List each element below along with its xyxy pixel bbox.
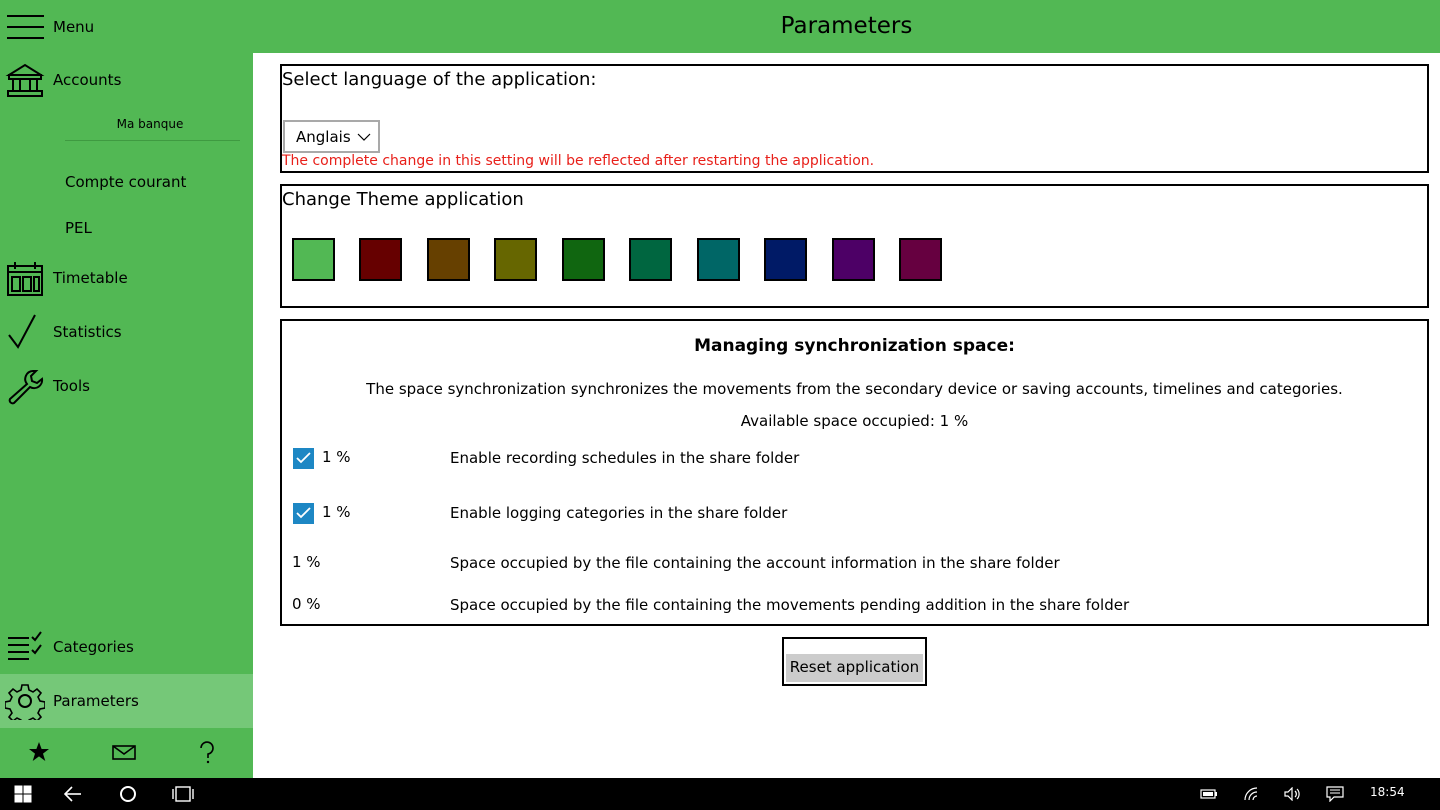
menu-label: Menu [53, 18, 95, 36]
checkmark-icon [8, 314, 36, 349]
reset-application-button[interactable]: Reset application [782, 637, 927, 686]
sidebar-item-accounts[interactable]: Accounts [0, 53, 253, 107]
windows-taskbar: 18:54 [0, 778, 1440, 810]
language-select-value: Anglais [296, 128, 351, 146]
start-button[interactable] [0, 778, 46, 810]
theme-swatch[interactable] [562, 238, 605, 281]
mail-button[interactable] [84, 728, 168, 778]
sidebar-item-categories[interactable]: Categories [0, 620, 253, 674]
theme-swatch[interactable] [359, 238, 402, 281]
reset-button-label: Reset application [789, 658, 920, 676]
sidebar-item-label: Categories [53, 638, 134, 656]
sidebar-item-label: Statistics [53, 323, 122, 341]
sidebar-item-statistics[interactable]: Statistics [0, 305, 253, 359]
help-icon [200, 741, 214, 764]
hamburger-icon [7, 15, 44, 39]
wifi-button[interactable] [1229, 778, 1275, 810]
sidebar-subitem-pel[interactable]: PEL [65, 219, 92, 237]
sync-row-accounts-file: 1 % Space occupied by the file containin… [282, 553, 1427, 583]
sync-row-percent: 0 % [292, 595, 321, 613]
sidebar-subitem-compte-courant[interactable]: Compte courant [65, 173, 186, 191]
check-icon [296, 507, 311, 519]
sync-row-percent: 1 % [322, 503, 351, 521]
theme-swatch[interactable] [764, 238, 807, 281]
theme-swatch[interactable] [899, 238, 942, 281]
theme-swatch[interactable] [292, 238, 335, 281]
theme-panel: Change Theme application [280, 184, 1429, 308]
sync-description: The space synchronization synchronizes t… [366, 380, 1343, 398]
sync-row-categories: 1 % Enable logging categories in the sha… [282, 503, 1427, 533]
theme-swatch[interactable] [494, 238, 537, 281]
taskbar-clock[interactable]: 18:54 [1370, 785, 1405, 799]
sync-row-movements-file: 0 % Space occupied by the file containin… [282, 595, 1427, 625]
language-restart-note: The complete change in this setting will… [282, 153, 875, 169]
theme-swatch[interactable] [629, 238, 672, 281]
volume-icon [1284, 787, 1300, 801]
gear-icon [5, 684, 45, 720]
battery-button[interactable] [1186, 778, 1232, 810]
task-view-button[interactable] [160, 778, 206, 810]
sync-panel: Managing synchronization space: The spac… [280, 319, 1429, 626]
bank-icon [5, 63, 45, 97]
sidebar-item-label: Timetable [53, 269, 128, 287]
favorites-button[interactable] [0, 728, 84, 778]
sync-row-percent: 1 % [292, 553, 321, 571]
help-button[interactable] [168, 728, 252, 778]
theme-swatch[interactable] [427, 238, 470, 281]
check-icon [296, 452, 311, 464]
sidebar-item-parameters[interactable]: Parameters [0, 674, 253, 728]
theme-swatch[interactable] [832, 238, 875, 281]
bank-divider [65, 140, 240, 141]
sync-row-schedules: 1 % Enable recording schedules in the sh… [282, 448, 1427, 478]
chevron-down-icon [357, 133, 371, 141]
windows-logo-icon [14, 785, 32, 803]
sync-title: Managing synchronization space: [694, 336, 1015, 356]
wrench-icon [8, 370, 44, 405]
search-cortana-button[interactable] [105, 778, 151, 810]
mail-icon [112, 745, 136, 760]
sync-available-space: Available space occupied: 1 % [740, 412, 969, 430]
sync-row-label: Enable recording schedules in the share … [450, 449, 800, 467]
bank-name: Ma banque [116, 117, 184, 131]
calendar-icon [7, 262, 43, 296]
menu-button[interactable]: Menu [0, 0, 253, 53]
theme-title: Change Theme application [282, 189, 524, 210]
cortana-circle-icon [120, 786, 136, 802]
page-title: Parameters [780, 13, 913, 39]
language-panel: Select language of the application: Angl… [280, 64, 1429, 173]
language-select[interactable]: Anglais [283, 120, 380, 153]
sync-row-percent: 1 % [322, 448, 351, 466]
wifi-icon [1244, 787, 1258, 801]
sync-row-label: Enable logging categories in the share f… [450, 504, 788, 522]
sidebar: Accounts Ma banque Compte courant PEL Ti… [0, 53, 253, 778]
notification-icon [1326, 786, 1344, 802]
sidebar-item-label: Accounts [53, 71, 122, 89]
sidebar-item-timetable[interactable]: Timetable [0, 251, 253, 305]
theme-swatch[interactable] [697, 238, 740, 281]
back-button[interactable] [50, 778, 96, 810]
task-view-icon [172, 786, 194, 802]
list-check-icon [8, 631, 42, 660]
sidebar-item-label: Tools [53, 377, 90, 395]
categories-checkbox[interactable] [293, 503, 314, 524]
volume-button[interactable] [1270, 778, 1316, 810]
star-icon [29, 742, 49, 761]
sync-row-label: Space occupied by the file containing th… [450, 554, 1060, 572]
sidebar-item-label: Parameters [53, 692, 139, 710]
battery-icon [1200, 789, 1217, 799]
schedules-checkbox[interactable] [293, 448, 314, 469]
app-header: Menu Parameters [0, 0, 1440, 53]
action-center-button[interactable] [1312, 778, 1358, 810]
sync-row-label: Space occupied by the file containing th… [450, 596, 1130, 614]
back-arrow-icon [64, 786, 81, 802]
sidebar-item-tools[interactable]: Tools [0, 359, 253, 413]
language-title: Select language of the application: [282, 69, 597, 90]
sidebar-footer [0, 728, 253, 778]
